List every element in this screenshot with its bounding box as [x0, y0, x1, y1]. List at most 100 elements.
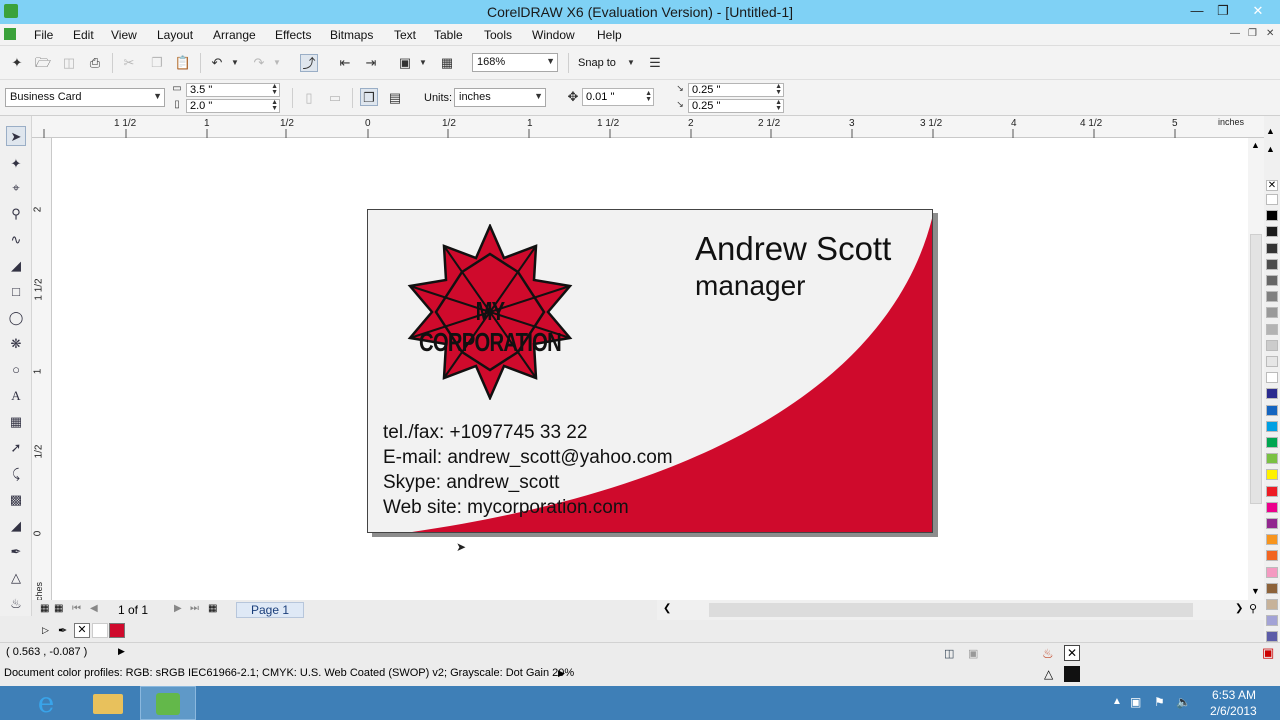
color-swatch[interactable]	[1266, 404, 1278, 416]
new-icon[interactable]: ✦	[8, 54, 26, 72]
color-swatch[interactable]	[1266, 323, 1278, 335]
color-swatch[interactable]	[1266, 210, 1278, 222]
card-phone[interactable]: tel./fax: +1097745 33 22	[383, 422, 587, 444]
doc-restore-button[interactable]: ❐	[1248, 28, 1257, 39]
action-center-icon[interactable]: ⚑	[1154, 695, 1165, 709]
menu-table[interactable]: Table	[434, 28, 463, 42]
card-name[interactable]: Andrew Scott	[695, 230, 891, 268]
minimize-button[interactable]: —	[1186, 2, 1208, 20]
units-combo[interactable]: inches ▼	[454, 88, 546, 107]
next-page-icon[interactable]: ▶	[174, 603, 182, 614]
interactive-effects-icon[interactable]: ▩	[6, 490, 26, 510]
color-swatch[interactable]	[1266, 501, 1278, 513]
internet-explorer-icon[interactable]: e	[18, 686, 74, 720]
page-1-tab[interactable]: Page 1	[236, 602, 305, 618]
scroll-up-icon[interactable]: ▲	[1251, 140, 1260, 150]
color-swatch[interactable]	[1266, 420, 1278, 432]
color-profiles-info[interactable]: Document color profiles: RGB: sRGB IEC61…	[4, 667, 574, 679]
color-swatch[interactable]	[1266, 453, 1278, 465]
horizontal-scrollbar[interactable]: ❮ ❯ ⚲	[657, 600, 1264, 620]
logo-text[interactable]: MY CORPORATION	[418, 296, 562, 358]
application-launcher-icon[interactable]: ▣	[396, 54, 414, 72]
color-swatch[interactable]	[1266, 194, 1278, 205]
ellipse-tool-icon[interactable]: ◯	[6, 308, 26, 328]
color-swatch[interactable]	[1266, 615, 1278, 627]
paste-icon[interactable]: 📋	[174, 54, 192, 72]
vertical-ruler[interactable]: 2 1 1/2 1 1/2 0 inches	[32, 138, 52, 608]
color-swatch[interactable]	[1266, 356, 1278, 367]
fill-indicator-icon[interactable]: ♨	[1042, 646, 1054, 662]
add-page-after-icon[interactable]: ▦	[208, 603, 217, 614]
no-color-swatch[interactable]: ✕	[1266, 180, 1278, 191]
polygon-tool-icon[interactable]: ❋	[6, 334, 26, 354]
color-swatch[interactable]	[1266, 631, 1278, 643]
shape-tool-icon[interactable]: ✦	[6, 154, 26, 174]
copy-icon[interactable]: ❐	[148, 54, 166, 72]
color-swatch[interactable]	[1266, 388, 1278, 400]
vertical-scroll-thumb[interactable]	[1250, 234, 1262, 504]
all-pages-icon[interactable]: ❐	[360, 88, 378, 106]
import-icon[interactable]: ⇤	[336, 54, 354, 72]
landscape-icon[interactable]: ▭	[326, 89, 344, 107]
open-icon[interactable]: 🗁	[34, 54, 52, 72]
doc-minimize-button[interactable]: —	[1230, 28, 1240, 39]
current-page-icon[interactable]: ▤	[386, 89, 404, 107]
rectangle-tool-icon[interactable]: □	[6, 282, 26, 302]
menu-text[interactable]: Text	[394, 28, 416, 42]
close-button[interactable]: ✕	[1242, 2, 1274, 20]
welcome-screen-icon[interactable]: ▦	[438, 54, 456, 72]
scroll-left-icon[interactable]: ❮	[663, 603, 671, 614]
fill-tool-icon[interactable]: ♨	[6, 594, 26, 614]
first-page-icon[interactable]: ⏮	[72, 603, 81, 614]
menu-effects[interactable]: Effects	[275, 28, 311, 42]
eyedropper-icon[interactable]: ✒	[58, 624, 67, 637]
color-swatch[interactable]	[1266, 242, 1278, 254]
restore-button[interactable]: ❐	[1212, 2, 1234, 20]
table-tool-icon[interactable]: ▦	[6, 412, 26, 432]
no-fill-swatch[interactable]: ✕	[74, 623, 90, 638]
card-skype[interactable]: Skype: andrew_scott	[383, 472, 559, 494]
undo-dropdown-icon[interactable]: ▼	[230, 54, 240, 72]
cut-icon[interactable]: ✂	[120, 54, 138, 72]
color-styles-icon[interactable]: ▣	[1262, 645, 1274, 661]
search-content-icon[interactable]: ⤴	[300, 54, 318, 72]
color-swatch[interactable]	[1266, 599, 1278, 610]
freehand-tool-icon[interactable]: ∿	[6, 230, 26, 250]
print-icon[interactable]: ⎙	[86, 54, 104, 72]
red-swatch[interactable]	[109, 623, 125, 638]
snap-to-button[interactable]: Snap to	[578, 57, 616, 69]
connector-tool-icon[interactable]: ⤹	[6, 464, 26, 484]
export-icon[interactable]: ⇥	[362, 54, 380, 72]
color-swatch[interactable]	[1266, 372, 1278, 384]
snap-dropdown-icon[interactable]: ▼	[626, 54, 636, 72]
profiles-expand-icon[interactable]: ▶	[558, 668, 565, 679]
menu-file[interactable]: File	[34, 28, 53, 42]
menu-help[interactable]: Help	[597, 28, 622, 42]
menu-tools[interactable]: Tools	[484, 28, 512, 42]
status-expand-icon[interactable]: ▶	[118, 646, 125, 657]
drawing-canvas[interactable]: MY CORPORATION Andrew Scott manager tel.…	[52, 138, 1248, 600]
transparency-tool-icon[interactable]: ◢	[6, 516, 26, 536]
portrait-icon[interactable]: ▯	[300, 89, 318, 107]
text-tool-icon[interactable]: A	[6, 386, 26, 406]
add-page-before-icon[interactable]: ▦	[54, 603, 63, 614]
horizontal-scroll-thumb[interactable]	[709, 603, 1193, 617]
white-swatch[interactable]	[92, 623, 108, 638]
volume-icon[interactable]: 🔈	[1176, 695, 1191, 709]
eyedropper-tool-icon[interactable]: ✒	[6, 542, 26, 562]
color-swatch[interactable]	[1266, 485, 1278, 497]
clock-time[interactable]: 6:53 AM	[1212, 688, 1256, 702]
color-swatch[interactable]	[1266, 534, 1278, 546]
fill-none-swatch[interactable]: ✕	[1064, 645, 1080, 661]
color-swatch[interactable]	[1266, 258, 1278, 270]
palette-options-icon[interactable]: ▷	[42, 625, 49, 636]
palette-scroll-up-icon[interactable]: ▲	[1266, 126, 1275, 136]
object-properties-icon[interactable]: ▣	[968, 647, 978, 660]
undo-icon[interactable]: ↶	[208, 54, 226, 72]
duplicate-distance-y-field[interactable]: 0.25 " ▲ ▼	[688, 99, 784, 113]
card-website[interactable]: Web site: mycorporation.com	[383, 497, 629, 519]
network-icon[interactable]: ▣	[1130, 695, 1141, 709]
smart-fill-tool-icon[interactable]: ◢	[6, 256, 26, 276]
menu-view[interactable]: View	[111, 28, 137, 42]
save-icon[interactable]: ◫	[60, 54, 78, 72]
